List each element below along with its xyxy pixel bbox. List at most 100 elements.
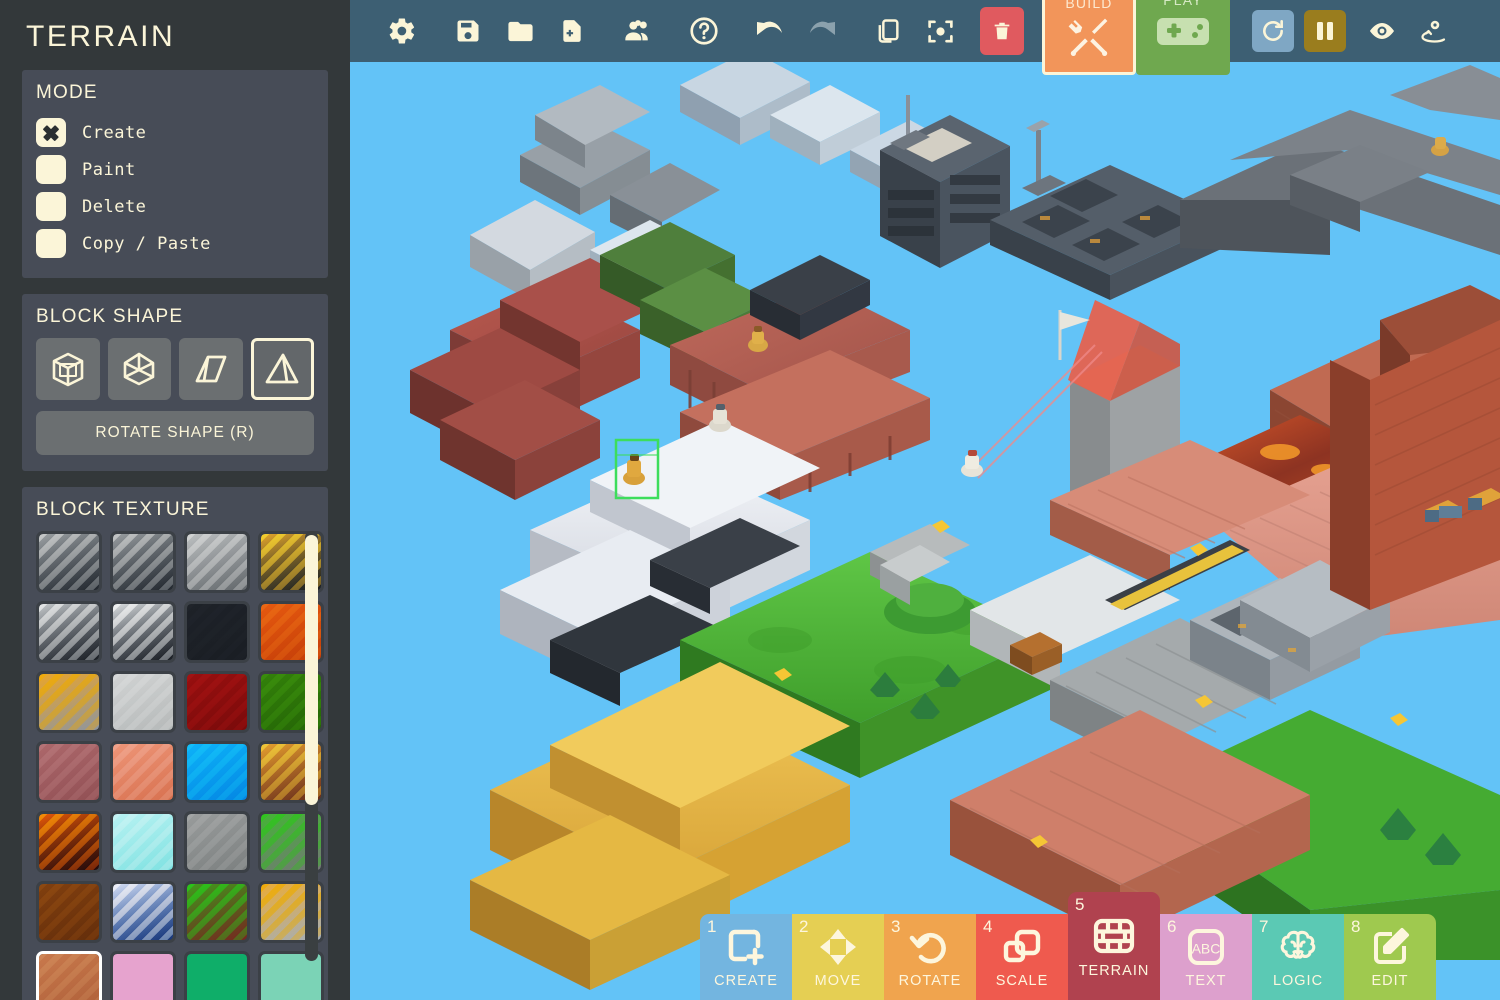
help-question-icon[interactable]	[678, 5, 730, 57]
tool-tab-label: CREATE	[714, 973, 778, 989]
block-shape-heading: BLOCK SHAPE	[36, 306, 184, 327]
texture-tile-salmon-brick[interactable]	[110, 741, 176, 803]
tool-tab-create[interactable]: 1 CREATE	[700, 914, 792, 1000]
texture-grid[interactable]	[36, 531, 324, 1000]
texture-swatch	[39, 884, 99, 940]
checkbox-paint[interactable]	[36, 155, 66, 184]
undo-arrow-icon[interactable]	[744, 5, 796, 57]
texture-tile-lava-rock[interactable]	[36, 811, 102, 873]
texture-swatch	[39, 744, 99, 800]
pause-icon[interactable]	[1304, 10, 1346, 52]
texture-tile-grass-over-dirt[interactable]	[184, 881, 250, 943]
mode-label-create: Create	[82, 122, 147, 143]
texture-scrollbar-track[interactable]	[305, 531, 318, 961]
mode-option-copy-paste[interactable]: Copy / Paste	[36, 225, 314, 262]
top-toolbar: BUILD PLAY	[350, 0, 1500, 75]
focus-target-icon[interactable]	[914, 5, 966, 57]
build-mode-button[interactable]: BUILD	[1042, 0, 1136, 75]
block-texture-panel: BLOCK TEXTURE	[22, 487, 328, 1000]
open-folder-icon[interactable]	[494, 5, 546, 57]
mode-label-delete: Delete	[82, 196, 147, 217]
checkbox-delete[interactable]	[36, 192, 66, 221]
texture-tile-snow-over-rock[interactable]	[110, 881, 176, 943]
texture-tile-grey-cobble[interactable]	[184, 811, 250, 873]
settings-gear-icon[interactable]	[376, 5, 428, 57]
delete-trash-icon[interactable]	[980, 7, 1024, 55]
texture-tile-dark-plain-panel[interactable]	[184, 601, 250, 663]
texture-tile-white-bars[interactable]	[110, 601, 176, 663]
texture-tile-pink-flat[interactable]	[110, 951, 176, 1000]
orbit-camera-icon[interactable]	[1408, 5, 1460, 57]
tool-tab-scale[interactable]: 4 SCALE	[976, 914, 1068, 1000]
tool-tab-number: 1	[707, 917, 717, 936]
block-shape-panel: BLOCK SHAPE ROTATE SHAPE (R)	[22, 294, 328, 471]
block-texture-heading: BLOCK TEXTURE	[36, 499, 210, 520]
multiplayer-users-icon[interactable]	[612, 5, 664, 57]
shape-cube-button[interactable]	[36, 338, 100, 400]
3d-viewport[interactable]	[350, 0, 1500, 1000]
texture-tile-rose-cobble[interactable]	[36, 741, 102, 803]
texture-scrollbar-thumb[interactable]	[305, 535, 318, 805]
mode-label-copy-paste: Copy / Paste	[82, 233, 211, 254]
texture-tile-copper-circuit[interactable]	[36, 951, 102, 1000]
texture-swatch	[113, 604, 173, 660]
texture-tile-stone-tiles-quad[interactable]	[184, 531, 250, 593]
tool-tab-terrain[interactable]: 5 TERRAIN	[1068, 892, 1160, 1000]
texture-tile-red-tile-floor[interactable]	[184, 671, 250, 733]
mode-label-paint: Paint	[82, 159, 136, 180]
texture-tile-broken-stone-corner[interactable]	[110, 531, 176, 593]
tool-tab-label: SCALE	[995, 973, 1049, 989]
texture-tile-hazard-crate[interactable]	[36, 671, 102, 733]
texture-tile-dirt-brown[interactable]	[36, 881, 102, 943]
texture-swatch	[187, 814, 247, 870]
duplicate-copy-icon[interactable]	[862, 5, 914, 57]
texture-swatch	[39, 674, 99, 730]
redo-arrow-icon[interactable]	[796, 5, 848, 57]
texture-swatch	[113, 954, 173, 1000]
tool-tab-number: 8	[1351, 917, 1361, 936]
eye-visibility-icon[interactable]	[1356, 5, 1408, 57]
texture-swatch	[113, 814, 173, 870]
left-sidebar: TERRAIN MODE Create Paint Delete Copy / …	[0, 0, 350, 1000]
checkbox-copy-paste[interactable]	[36, 229, 66, 258]
tool-tab-move[interactable]: 2 MOVE	[792, 914, 884, 1000]
tool-tab-number: 2	[799, 917, 809, 936]
edit-pencil-icon	[1368, 925, 1412, 969]
shape-ramp-button[interactable]	[250, 338, 314, 400]
new-file-icon[interactable]	[546, 5, 598, 57]
texture-swatch	[187, 884, 247, 940]
logic-brain-icon	[1276, 925, 1320, 969]
texture-tile-cracked-stone-slab[interactable]	[36, 531, 102, 593]
texture-swatch	[187, 674, 247, 730]
checkbox-create[interactable]	[36, 118, 66, 147]
save-floppy-icon[interactable]	[442, 5, 494, 57]
tool-tab-rotate[interactable]: 3 ROTATE	[884, 914, 976, 1000]
tool-tab-number: 5	[1075, 895, 1085, 914]
tool-tab-number: 7	[1259, 917, 1269, 936]
texture-tile-dark-panel-lights[interactable]	[36, 601, 102, 663]
shape-slope-button[interactable]	[179, 338, 243, 400]
tool-tab-label: TERRAIN	[1078, 963, 1150, 979]
tool-tab-edit[interactable]: 8 EDIT	[1344, 914, 1436, 1000]
tool-tab-logic[interactable]: 7 LOGIC	[1252, 914, 1344, 1000]
texture-tile-grey-herringbone-brick[interactable]	[110, 671, 176, 733]
texture-swatch	[113, 744, 173, 800]
tool-tab-number: 3	[891, 917, 901, 936]
texture-swatch	[187, 534, 247, 590]
scale-squares-icon	[1000, 925, 1044, 969]
rotate-shape-button[interactable]: ROTATE SHAPE (R)	[36, 411, 314, 455]
texture-tile-water-blue[interactable]	[184, 741, 250, 803]
texture-swatch	[187, 744, 247, 800]
mode-option-create[interactable]: Create	[36, 114, 314, 151]
restart-refresh-icon[interactable]	[1252, 10, 1294, 52]
terrain-bricks-icon	[1091, 913, 1137, 959]
voxel-scene[interactable]	[350, 0, 1500, 1000]
create-square-plus-icon	[724, 925, 768, 969]
shape-pyramid-button[interactable]	[107, 338, 171, 400]
mode-option-delete[interactable]: Delete	[36, 188, 314, 225]
tool-tab-text[interactable]: 6 ABC TEXT	[1160, 914, 1252, 1000]
play-mode-button[interactable]: PLAY	[1136, 0, 1230, 75]
texture-tile-emerald-flat[interactable]	[184, 951, 250, 1000]
mode-option-paint[interactable]: Paint	[36, 151, 314, 188]
texture-tile-ice[interactable]	[110, 811, 176, 873]
